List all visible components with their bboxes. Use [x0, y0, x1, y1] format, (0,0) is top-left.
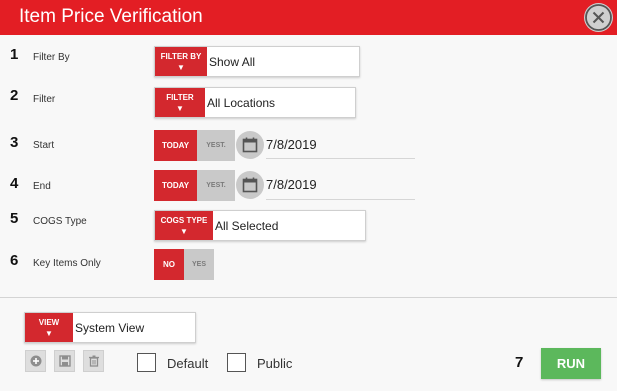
calendar-icon	[242, 137, 258, 153]
filter-value: All Locations	[207, 95, 276, 110]
cogs-type-select[interactable]: COGS TYPE ▼ All Selected	[154, 210, 366, 241]
key-items-no-option[interactable]: NO	[154, 249, 184, 280]
view-value: System View	[75, 320, 145, 335]
row-number-4: 4	[10, 175, 19, 192]
save-icon	[58, 355, 71, 367]
end-date-toggle[interactable]: TODAY YEST.	[154, 170, 235, 201]
close-button[interactable]	[584, 3, 613, 32]
cogs-type-button-label: COGS TYPE	[160, 215, 208, 225]
filter-by-value: Show All	[209, 54, 256, 69]
start-date-value[interactable]: 7/8/2019	[266, 137, 317, 152]
end-label: End	[33, 181, 51, 192]
row-number-6: 6	[10, 252, 19, 269]
end-calendar-button[interactable]	[236, 171, 264, 199]
chevron-down-icon: ▼	[176, 103, 184, 113]
chevron-down-icon: ▼	[180, 226, 188, 236]
filter-by-button[interactable]: FILTER BY ▼	[155, 47, 207, 76]
chevron-down-icon: ▼	[45, 328, 53, 338]
row-number-5: 5	[10, 210, 19, 227]
start-label: Start	[33, 140, 55, 151]
end-today-option[interactable]: TODAY	[154, 170, 197, 201]
delete-view-button[interactable]	[83, 350, 104, 372]
cogs-type-value: All Selected	[215, 218, 279, 233]
start-date-toggle[interactable]: TODAY YEST.	[154, 130, 235, 161]
key-items-yes-option[interactable]: YES	[184, 249, 214, 280]
end-yesterday-option[interactable]: YEST.	[197, 170, 235, 201]
filter-select[interactable]: FILTER ▼ All Locations	[154, 87, 356, 118]
dialog-title: Item Price Verification	[19, 6, 203, 27]
default-checkbox[interactable]	[137, 353, 156, 372]
close-icon	[585, 4, 612, 31]
start-yesterday-option[interactable]: YEST.	[197, 130, 235, 161]
filter-by-button-label: FILTER BY	[160, 51, 202, 61]
row-number-3: 3	[10, 134, 19, 151]
default-checkbox-label: Default	[167, 356, 209, 371]
trash-icon	[88, 355, 99, 367]
row-number-1: 1	[10, 46, 19, 63]
start-calendar-button[interactable]	[236, 131, 264, 159]
filter-button[interactable]: FILTER ▼	[155, 88, 205, 117]
view-button-label: VIEW	[38, 317, 60, 327]
add-icon	[30, 355, 41, 367]
save-view-button[interactable]	[54, 350, 75, 372]
view-select[interactable]: VIEW ▼ System View	[24, 312, 196, 343]
filter-by-label: Filter By	[33, 52, 70, 63]
run-button[interactable]: RUN	[541, 348, 601, 379]
public-checkbox[interactable]	[227, 353, 246, 372]
cogs-type-label: COGS Type	[33, 216, 87, 227]
calendar-icon	[242, 177, 258, 193]
end-date-value[interactable]: 7/8/2019	[266, 177, 317, 192]
start-today-option[interactable]: TODAY	[154, 130, 197, 161]
public-checkbox-label: Public	[257, 356, 293, 371]
key-items-toggle[interactable]: NO YES	[154, 249, 214, 280]
add-view-button[interactable]	[25, 350, 46, 372]
start-date-underline	[266, 158, 415, 159]
filter-label: Filter	[33, 94, 56, 105]
filter-button-label: FILTER	[166, 92, 194, 102]
key-items-label: Key Items Only	[33, 258, 101, 269]
end-date-underline	[266, 199, 415, 200]
chevron-down-icon: ▼	[177, 62, 185, 72]
filter-by-select[interactable]: FILTER BY ▼ Show All	[154, 46, 360, 77]
dialog-title-bar: Item Price Verification	[0, 0, 617, 35]
cogs-type-button[interactable]: COGS TYPE ▼	[155, 211, 213, 240]
row-number-7: 7	[515, 354, 524, 371]
row-number-2: 2	[10, 87, 19, 104]
view-button[interactable]: VIEW ▼	[25, 313, 73, 342]
